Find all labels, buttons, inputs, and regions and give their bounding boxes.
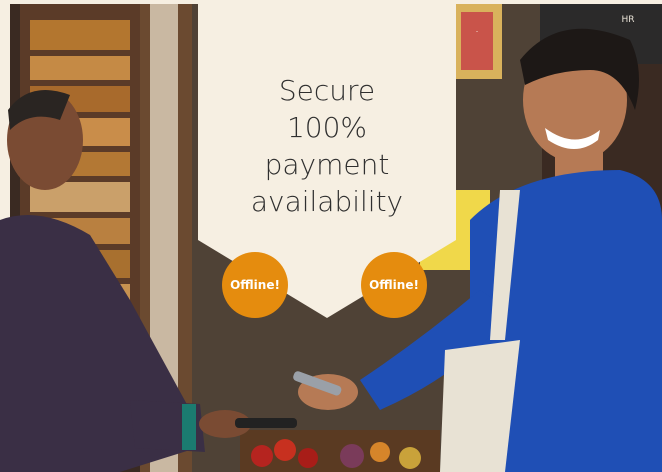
poster-text: .	[476, 25, 479, 34]
headline-line-1: Secure	[278, 74, 376, 107]
headline-line-2: 100%	[286, 111, 368, 144]
headline-line-4: availability	[250, 185, 404, 218]
headline-text: Secure 100% payment availability	[198, 72, 456, 220]
headline-line-3: payment	[264, 148, 390, 181]
sign-text: HR	[621, 15, 634, 25]
offline-badge-left: Offline!	[222, 252, 288, 318]
promo-card: . HR Secure 100% payment availability Of…	[0, 0, 662, 472]
offline-badge-label: Offline!	[369, 278, 419, 292]
offline-badge-right: Offline!	[361, 252, 427, 318]
offline-badge-label: Offline!	[230, 278, 280, 292]
